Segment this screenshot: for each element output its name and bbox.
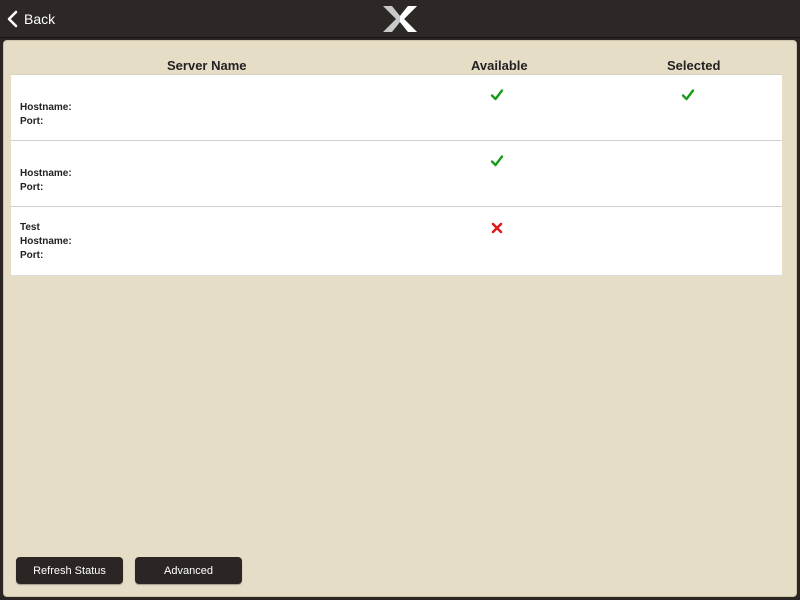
header-selected: Selected — [667, 58, 721, 73]
available-check-icon — [490, 89, 504, 101]
back-button[interactable]: Back — [6, 7, 55, 31]
header-available: Available — [471, 58, 528, 73]
chevron-left-icon — [7, 10, 18, 28]
port-label: Port: — [20, 182, 44, 193]
back-label: Back — [24, 11, 56, 27]
port-label: Port: — [20, 250, 44, 261]
advanced-button[interactable]: Advanced — [135, 557, 242, 584]
hostname-label: Hostname: — [20, 236, 72, 247]
x-logo-icon — [383, 6, 417, 32]
server-table: Hostname: Port: Hostname: Port: Test Hos… — [11, 74, 782, 276]
port-label: Port: — [20, 116, 44, 127]
available-check-icon — [490, 155, 504, 167]
header-server-name: Server Name — [167, 58, 247, 73]
refresh-status-button[interactable]: Refresh Status — [16, 557, 123, 584]
table-row[interactable]: Hostname: Port: — [11, 75, 782, 141]
table-row[interactable]: Hostname: Port: — [11, 141, 782, 207]
hostname-label: Hostname: — [20, 102, 72, 113]
server-name: Test — [20, 222, 40, 233]
top-bar: Back — [0, 0, 800, 38]
unavailable-cross-icon — [491, 222, 503, 234]
table-row[interactable]: Test Hostname: Port: — [11, 207, 782, 276]
servers-panel: Server Name Available Selected Hostname:… — [3, 40, 797, 597]
hostname-label: Hostname: — [20, 168, 72, 179]
table-header: Server Name Available Selected — [4, 55, 796, 75]
selected-check-icon — [681, 89, 695, 101]
